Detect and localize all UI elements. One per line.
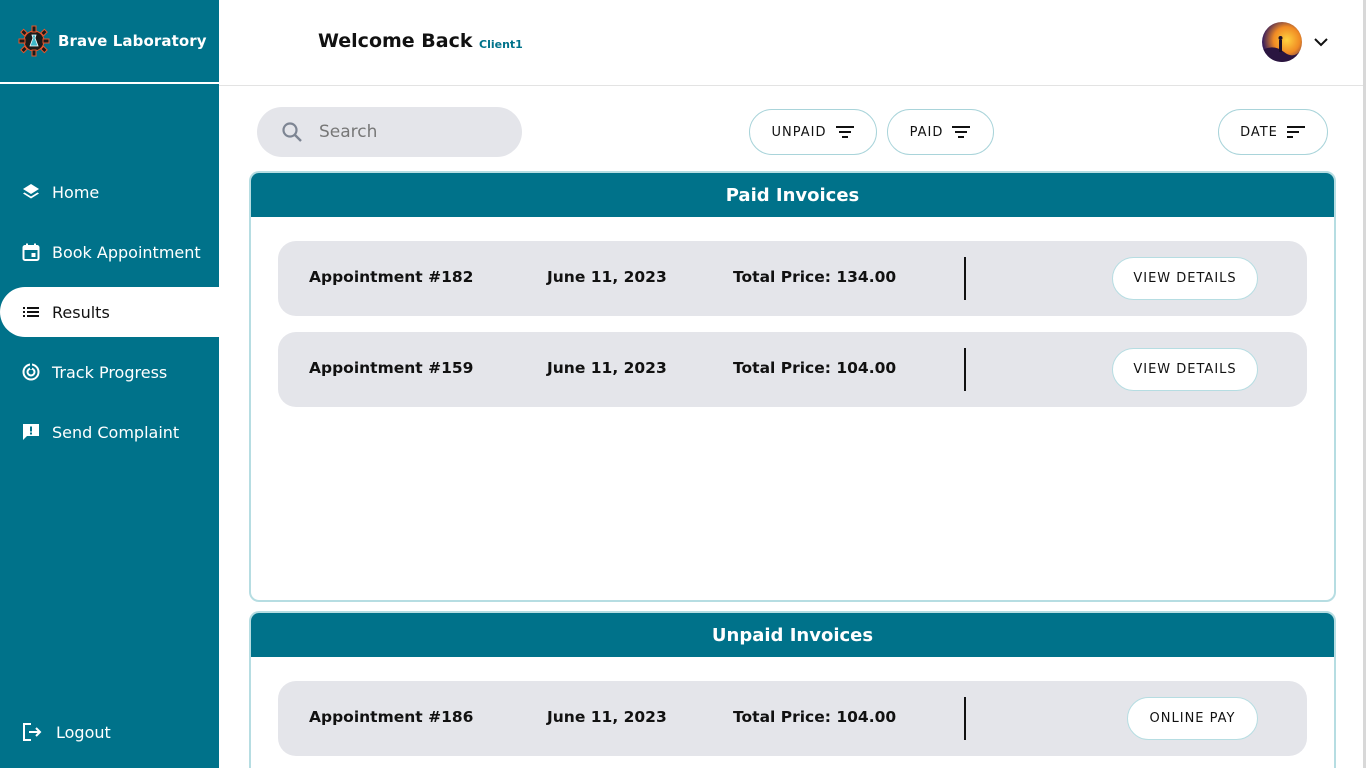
sidebar-nav: Home Book Appointment Results Track Prog… [0, 167, 219, 467]
paid-filter-label: PAID [909, 124, 944, 140]
sidebar-item-label: Home [52, 182, 100, 202]
date-sort-label: DATE [1240, 124, 1278, 140]
brand[interactable]: Brave Laboratory [0, 0, 219, 84]
invoice-date: June 11, 2023 [547, 268, 667, 286]
paid-invoices-panel: Paid Invoices Appointment #182 June 11, … [249, 171, 1336, 602]
logout-label: Logout [56, 722, 111, 742]
feedback-icon [22, 423, 40, 441]
sidebar-item-label: Send Complaint [52, 422, 180, 442]
unpaid-filter-button[interactable]: UNPAID [749, 109, 877, 155]
total-price: Total Price: 104.00 [733, 359, 897, 377]
paid-invoices-title: Paid Invoices [251, 173, 1334, 217]
filter-icon [835, 126, 854, 138]
appointment-number: Appointment #182 [309, 268, 474, 286]
sidebar-item-home[interactable]: Home [0, 167, 219, 217]
header: Welcome Back Client1 [219, 0, 1363, 86]
row-divider [964, 257, 966, 300]
row-divider [964, 697, 966, 740]
view-details-button[interactable]: VIEW DETAILS [1112, 348, 1258, 391]
progress-icon [22, 363, 40, 381]
invoice-date: June 11, 2023 [547, 359, 667, 377]
client-name: Client1 [479, 38, 523, 51]
sidebar-item-label: Book Appointment [52, 242, 201, 262]
logout-button[interactable]: Logout [0, 707, 219, 757]
sidebar-item-label: Track Progress [52, 362, 168, 382]
list-icon [22, 303, 40, 321]
welcome-title: Welcome Back [318, 30, 473, 52]
online-pay-button[interactable]: ONLINE PAY [1127, 697, 1258, 740]
unpaid-filter-label: UNPAID [771, 124, 827, 140]
sidebar-item-send-complaint[interactable]: Send Complaint [0, 407, 219, 457]
avatar[interactable] [1262, 22, 1302, 62]
total-price: Total Price: 104.00 [733, 708, 897, 726]
layers-icon [22, 183, 40, 201]
search-bar[interactable] [257, 107, 522, 157]
brand-name: Brave Laboratory [58, 32, 207, 50]
paid-filter-button[interactable]: PAID [887, 109, 994, 155]
sidebar-item-book-appointment[interactable]: Book Appointment [0, 227, 219, 277]
unpaid-invoices-panel: Unpaid Invoices Appointment #186 June 11… [249, 611, 1336, 768]
row-divider [964, 348, 966, 391]
sidebar-item-results[interactable]: Results [0, 287, 219, 337]
invoice-date: June 11, 2023 [547, 708, 667, 726]
sidebar-item-track-progress[interactable]: Track Progress [0, 347, 219, 397]
view-details-button[interactable]: VIEW DETAILS [1112, 257, 1258, 300]
filter-icon [952, 126, 971, 138]
unpaid-invoices-title: Unpaid Invoices [251, 613, 1334, 657]
sidebar-item-label: Results [52, 302, 110, 322]
date-sort-button[interactable]: DATE [1218, 109, 1328, 155]
calendar-icon [22, 243, 40, 261]
sidebar: Brave Laboratory Home Book Appointment R… [0, 0, 219, 768]
total-price: Total Price: 134.00 [733, 268, 897, 286]
sort-icon [1286, 126, 1305, 138]
appointment-number: Appointment #159 [309, 359, 474, 377]
gear-flask-icon [18, 25, 50, 57]
invoice-row: Appointment #182 June 11, 2023 Total Pri… [278, 241, 1307, 316]
logout-icon [22, 722, 42, 742]
appointment-number: Appointment #186 [309, 708, 474, 726]
search-input[interactable] [319, 122, 499, 142]
chevron-down-icon[interactable] [1312, 33, 1330, 51]
invoice-row: Appointment #186 June 11, 2023 Total Pri… [278, 681, 1307, 756]
invoice-row: Appointment #159 June 11, 2023 Total Pri… [278, 332, 1307, 407]
search-icon [282, 122, 302, 142]
